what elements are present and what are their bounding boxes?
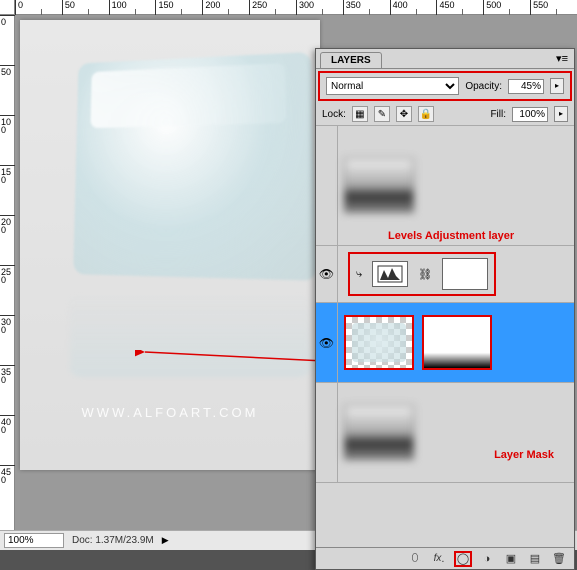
watermark-text: WWW.ALFOART.COM [20, 405, 320, 420]
layers-panel-bottom: ⬯ fx. ◯ ◑ ▣ ▤ 🗑 [316, 547, 574, 569]
panel-tabs: LAYERS ▾≡ [316, 49, 574, 69]
levels-icon[interactable] [372, 261, 408, 287]
lock-label: Lock: [322, 109, 346, 120]
zoom-input[interactable] [4, 533, 64, 548]
layer-thumb [344, 158, 414, 213]
group-icon[interactable]: ▣ [502, 551, 520, 567]
blend-opacity-row: Normal Opacity: ▸ [318, 71, 572, 101]
ice-reflection [70, 293, 310, 377]
ice-layer-row[interactable]: 👁 [316, 303, 574, 383]
link-icon[interactable]: ⛓ [418, 268, 432, 281]
lock-transparency-icon[interactable]: ▦ [352, 106, 368, 122]
layer-mask-thumb[interactable] [422, 315, 492, 370]
lock-all-icon[interactable]: 🔒 [418, 106, 434, 122]
visibility-toggle-icon[interactable] [316, 383, 338, 482]
adj-mask-thumb[interactable] [442, 258, 488, 290]
layer-row-blurred-bottom[interactable] [316, 383, 574, 483]
document-canvas[interactable]: WWW.ALFOART.COM [20, 20, 320, 470]
layers-tab[interactable]: LAYERS [320, 52, 382, 68]
trash-icon[interactable]: 🗑 [550, 551, 568, 567]
opacity-input[interactable] [508, 79, 544, 94]
layer-thumb [344, 405, 414, 460]
link-layers-icon[interactable]: ⬯ [406, 551, 424, 567]
ruler-vertical: 0 50 100 150 200 250 300 350 400 450 [0, 15, 15, 530]
lock-fill-row: Lock: ▦ ✎ ✥ 🔒 Fill: ▸ [316, 103, 574, 126]
ruler-horizontal: 0 50 100 150 200 250 300 350 400 450 500… [15, 0, 577, 15]
fill-label: Fill: [490, 109, 506, 120]
visibility-toggle-icon[interactable]: 👁 [316, 303, 338, 382]
doc-size-info: Doc: 1.37M/23.9M [72, 535, 154, 546]
layer-list: 👁 Levels Adjustment layer ⤷ ⛓ 👁 La [316, 126, 574, 483]
adjustment-layer-row[interactable]: 👁 Levels Adjustment layer ⤷ ⛓ [316, 246, 574, 303]
visibility-toggle-icon[interactable]: 👁 [316, 246, 338, 302]
opacity-label: Opacity: [465, 81, 502, 92]
fill-input[interactable] [512, 107, 548, 122]
opacity-slider-icon[interactable]: ▸ [550, 78, 564, 94]
fill-slider-icon[interactable]: ▸ [554, 106, 568, 122]
fx-icon[interactable]: fx. [430, 551, 448, 567]
new-layer-icon[interactable]: ▤ [526, 551, 544, 567]
ruler-corner [0, 0, 15, 15]
layers-panel: LAYERS ▾≡ Normal Opacity: ▸ Lock: ▦ ✎ ✥ … [315, 48, 575, 570]
blend-mode-select[interactable]: Normal [326, 77, 459, 95]
visibility-toggle-icon[interactable] [316, 126, 338, 245]
layer-thumb[interactable] [344, 315, 414, 370]
adjustment-layer-icon[interactable]: ◑ [478, 551, 496, 567]
add-mask-icon[interactable]: ◯ [454, 551, 472, 567]
adj-layer-annotation: Levels Adjustment layer [388, 230, 514, 242]
layer-row-blurred-top[interactable] [316, 126, 574, 246]
lock-position-icon[interactable]: ✥ [396, 106, 412, 122]
mask-annotation: Layer Mask [494, 449, 554, 461]
panel-menu-icon[interactable]: ▾≡ [556, 52, 568, 68]
ice-cube-artwork [73, 52, 317, 281]
lock-paint-icon[interactable]: ✎ [374, 106, 390, 122]
adj-layer-box: ⤷ ⛓ [348, 252, 496, 296]
clip-indicator-icon: ⤷ [356, 268, 362, 281]
